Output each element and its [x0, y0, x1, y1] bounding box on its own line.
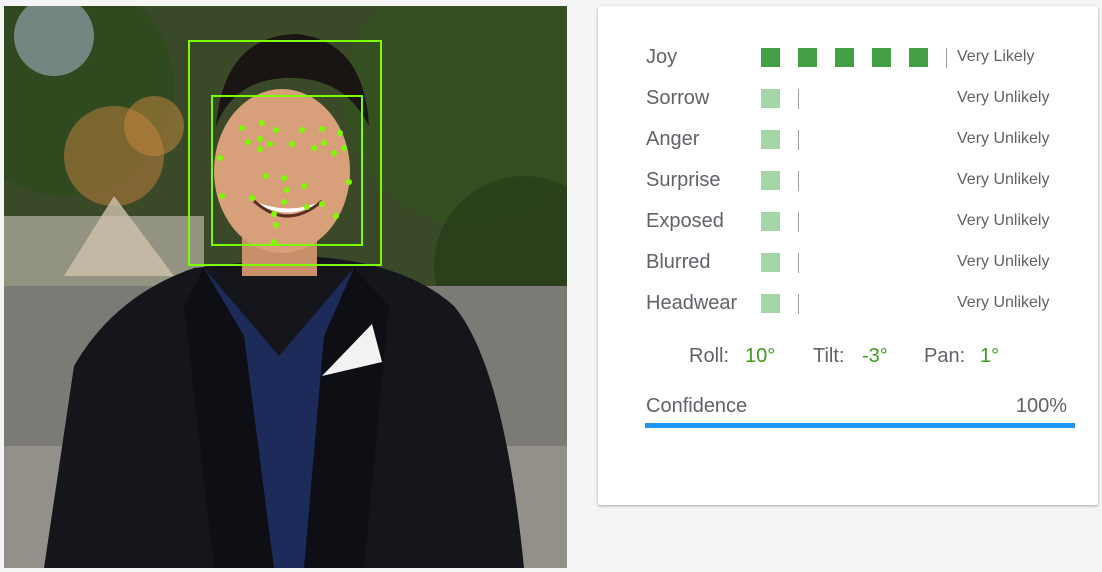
likelihood-square — [872, 48, 891, 67]
attribute-row-anger: Anger Very Unlikely — [646, 125, 1066, 153]
likelihood-square — [798, 48, 817, 67]
landmark-point — [321, 140, 327, 146]
landmark-point — [281, 175, 287, 181]
confidence-bar — [645, 423, 1075, 428]
face-photo-canvas — [4, 6, 567, 568]
likelihood-square — [761, 212, 780, 231]
likelihood-square — [761, 89, 780, 108]
landmark-point — [271, 211, 277, 217]
landmark-point — [257, 146, 263, 152]
pose-angles: Roll: 10° Tilt: -3° Pan: 1° — [598, 342, 1098, 370]
attribute-label: Anger — [646, 128, 700, 150]
landmark-point — [267, 141, 273, 147]
landmark-point — [273, 222, 279, 228]
likelihood-marker — [798, 294, 799, 314]
landmark-point — [217, 155, 223, 161]
landmark-point — [284, 187, 290, 193]
face-results-card: Joy Very Likely Sorrow Very Unlikely Ang… — [598, 6, 1098, 505]
attribute-row-surprise: Surprise Very Unlikely — [646, 166, 1066, 194]
attribute-label: Sorrow — [646, 87, 710, 109]
landmark-point — [346, 179, 352, 185]
likelihood-square — [761, 171, 780, 190]
likelihood-marker — [798, 212, 799, 232]
landmark-point — [304, 204, 310, 210]
likelihood-value: Very Unlikely — [957, 253, 1050, 270]
landmark-point — [257, 136, 263, 142]
landmark-point — [281, 199, 287, 205]
likelihood-value: Very Unlikely — [957, 130, 1050, 147]
likelihood-square — [761, 130, 780, 149]
landmark-point — [249, 195, 255, 201]
likelihood-marker — [946, 48, 947, 68]
roll-value: 10° — [745, 345, 776, 367]
landmark-point — [319, 201, 325, 207]
attribute-label: Surprise — [646, 169, 721, 191]
confidence-bar-fill — [645, 423, 1075, 428]
likelihood-value: Very Unlikely — [957, 294, 1050, 311]
landmark-point — [273, 127, 279, 133]
attribute-label: Blurred — [646, 251, 711, 273]
attribute-row-sorrow: Sorrow Very Unlikely — [646, 84, 1066, 112]
confidence-value: 100% — [1015, 395, 1067, 417]
likelihood-square — [761, 294, 780, 313]
roll-label: Roll: — [689, 345, 730, 367]
likelihood-square — [909, 48, 928, 67]
attribute-label: Joy — [646, 46, 678, 68]
likelihood-value: Very Likely — [957, 48, 1035, 65]
likelihood-value: Very Unlikely — [957, 89, 1050, 106]
face-photo — [4, 6, 567, 568]
landmark-point — [333, 213, 339, 219]
attribute-label: Exposed — [646, 210, 724, 232]
likelihood-square — [761, 253, 780, 272]
attribute-row-exposed: Exposed Very Unlikely — [646, 207, 1066, 235]
face-detection-view: Joy Very Likely Sorrow Very Unlikely Ang… — [0, 0, 1102, 572]
pan-label: Pan: — [924, 345, 966, 367]
landmark-point — [319, 126, 325, 132]
landmark-point — [337, 130, 343, 136]
likelihood-marker — [798, 130, 799, 150]
landmark-point — [299, 127, 305, 133]
attribute-row-joy: Joy Very Likely — [646, 43, 1066, 71]
landmark-point — [245, 139, 251, 145]
landmark-point — [289, 141, 295, 147]
likelihood-square — [835, 48, 854, 67]
likelihood-marker — [798, 253, 799, 273]
landmark-point — [311, 145, 317, 151]
pan-value: 1° — [980, 345, 1000, 367]
landmark-point — [239, 125, 245, 131]
likelihood-value: Very Unlikely — [957, 212, 1050, 229]
landmark-point — [259, 120, 265, 126]
landmark-point — [271, 239, 277, 245]
landmark-point — [341, 145, 347, 151]
tilt-label: Tilt: — [813, 345, 845, 367]
likelihood-square — [761, 48, 780, 67]
landmark-point — [219, 193, 225, 199]
likelihood-marker — [798, 89, 799, 109]
likelihood-value: Very Unlikely — [957, 171, 1050, 188]
attribute-label: Headwear — [646, 292, 738, 314]
attribute-row-headwear: Headwear Very Unlikely — [646, 289, 1066, 317]
attribute-row-blurred: Blurred Very Unlikely — [646, 248, 1066, 276]
tilt-value: -3° — [862, 345, 888, 367]
confidence-label: Confidence — [646, 395, 748, 417]
landmark-point — [263, 173, 269, 179]
likelihood-marker — [798, 171, 799, 191]
landmark-point — [331, 150, 337, 156]
landmark-point — [301, 183, 307, 189]
